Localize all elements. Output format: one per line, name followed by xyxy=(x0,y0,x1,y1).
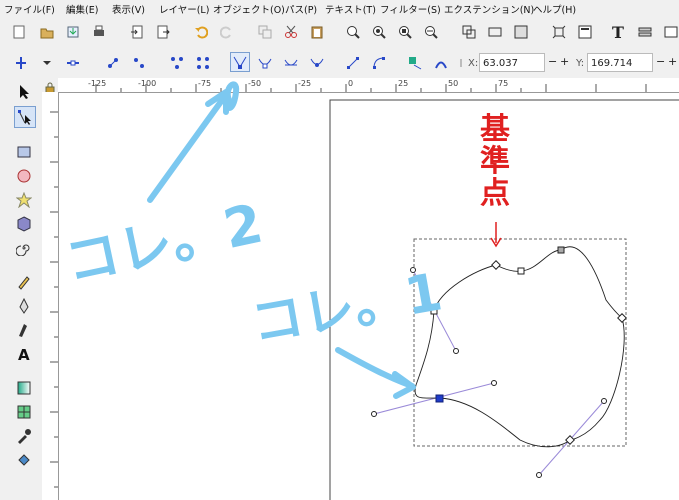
pencil-tool-icon[interactable] xyxy=(14,272,34,292)
ellipse-tool-icon[interactable] xyxy=(14,166,34,186)
selector-arrow-icon[interactable] xyxy=(14,82,34,102)
node-tool-icon[interactable] xyxy=(14,106,36,128)
open-folder-icon[interactable] xyxy=(38,23,56,41)
stroke-to-path-icon[interactable] xyxy=(432,54,450,72)
menu-extensions[interactable]: エクステンション(N) xyxy=(444,2,534,16)
join-nodes-icon[interactable] xyxy=(104,54,122,72)
insert-node-icon[interactable] xyxy=(12,54,30,72)
join-segment-icon[interactable] xyxy=(168,54,186,72)
x-label: X: xyxy=(468,58,479,69)
ruler-label: 25 xyxy=(398,79,408,88)
base-point-label: 基準点 xyxy=(480,112,510,211)
menu-text[interactable]: テキスト(T) xyxy=(325,2,376,16)
import-icon[interactable] xyxy=(64,23,82,41)
zoom-width-icon[interactable] xyxy=(422,23,440,41)
break-path-icon[interactable] xyxy=(130,54,148,72)
drawing-canvas[interactable] xyxy=(59,93,679,500)
x-decrement-button[interactable]: − xyxy=(548,55,557,68)
menu-edit[interactable]: 編集(E) xyxy=(66,2,98,16)
menu-filter[interactable]: フィルター(S) xyxy=(380,2,441,16)
import-file-icon[interactable] xyxy=(128,23,146,41)
text-font-icon[interactable]: T xyxy=(610,23,628,41)
mesh-tool-icon[interactable] xyxy=(14,402,34,422)
y-coordinate-input[interactable]: 169.714 xyxy=(587,53,653,72)
export-file-icon[interactable] xyxy=(154,23,172,41)
cusp-node-icon[interactable] xyxy=(230,52,250,72)
dropdown-chevron-icon[interactable] xyxy=(38,54,56,72)
ruler-lock-icon[interactable] xyxy=(44,79,56,94)
transform-icon[interactable] xyxy=(550,23,568,41)
menubar: ファイル(F) 編集(E) 表示(V) レイヤー(L) オブジェクト(O) パス… xyxy=(0,0,679,16)
x-coordinate-input[interactable]: 63.037 xyxy=(479,53,545,72)
menu-object[interactable]: オブジェクト(O) xyxy=(213,2,285,16)
cut-icon[interactable] xyxy=(282,23,300,41)
fill-stroke-icon[interactable] xyxy=(512,23,530,41)
toolbox: A xyxy=(0,78,42,500)
object-to-path-icon[interactable] xyxy=(406,54,424,72)
align-icon[interactable] xyxy=(662,23,679,41)
svg-text:A: A xyxy=(18,346,30,362)
y-decrement-button[interactable]: − xyxy=(656,55,665,68)
menu-path[interactable]: パス(P) xyxy=(285,2,317,16)
menu-help[interactable]: ヘルプ(H) xyxy=(533,2,576,16)
menu-layer[interactable]: レイヤー(L) xyxy=(159,2,209,16)
y-increment-button[interactable]: + xyxy=(668,55,677,68)
ungroup-icon[interactable] xyxy=(486,23,504,41)
auto-smooth-node-icon[interactable] xyxy=(308,54,326,72)
ruler-label: -75 xyxy=(198,79,211,88)
segment-curve-icon[interactable] xyxy=(370,54,388,72)
3d-box-tool-icon[interactable] xyxy=(14,214,34,234)
print-icon[interactable] xyxy=(90,23,108,41)
vertical-ruler xyxy=(42,92,59,500)
symmetric-node-icon[interactable] xyxy=(282,54,300,72)
rectangle-tool-icon[interactable] xyxy=(14,142,34,162)
gradient-tool-icon[interactable] xyxy=(14,378,34,398)
y-label: Y: xyxy=(576,58,585,69)
duplicate-icon[interactable] xyxy=(256,23,274,41)
ruler-label: -50 xyxy=(248,79,261,88)
calligraphy-tool-icon[interactable] xyxy=(14,320,34,340)
paste-icon[interactable] xyxy=(308,23,326,41)
ruler-label: 0 xyxy=(348,79,353,88)
smooth-node-icon[interactable] xyxy=(256,54,274,72)
delete-segment-icon[interactable] xyxy=(194,54,212,72)
xml-editor-icon[interactable] xyxy=(576,23,594,41)
zoom-drawing-icon[interactable] xyxy=(370,23,388,41)
ruler-label: 75 xyxy=(498,79,508,88)
zoom-selection-icon[interactable] xyxy=(344,23,362,41)
horizontal-ruler: -125 -100 -75 -50 -25 0 25 50 75 xyxy=(58,78,679,93)
svg-text:T: T xyxy=(612,24,624,40)
pen-tool-icon[interactable] xyxy=(14,296,34,316)
layers-icon[interactable] xyxy=(636,23,654,41)
x-increment-button[interactable]: + xyxy=(560,55,569,68)
group-icon[interactable] xyxy=(460,23,478,41)
menu-view[interactable]: 表示(V) xyxy=(112,2,145,16)
ruler-label: -125 xyxy=(88,79,106,88)
paint-bucket-tool-icon[interactable] xyxy=(14,450,34,470)
zoom-page-icon[interactable] xyxy=(396,23,414,41)
star-tool-icon[interactable] xyxy=(14,190,34,210)
redo-icon[interactable] xyxy=(218,23,236,41)
new-document-icon[interactable] xyxy=(10,23,28,41)
dropper-tool-icon[interactable] xyxy=(14,426,34,446)
menu-file[interactable]: ファイル(F) xyxy=(4,2,55,16)
segment-line-icon[interactable] xyxy=(344,54,362,72)
ruler-label: -25 xyxy=(298,79,311,88)
delete-node-icon[interactable] xyxy=(64,54,82,72)
ruler-label: 50 xyxy=(448,79,458,88)
ruler-label: -100 xyxy=(138,79,156,88)
spiral-tool-icon[interactable] xyxy=(14,238,34,258)
text-tool-icon[interactable]: A xyxy=(14,344,34,364)
undo-icon[interactable] xyxy=(192,23,210,41)
command-toolbar: T xyxy=(0,16,679,48)
